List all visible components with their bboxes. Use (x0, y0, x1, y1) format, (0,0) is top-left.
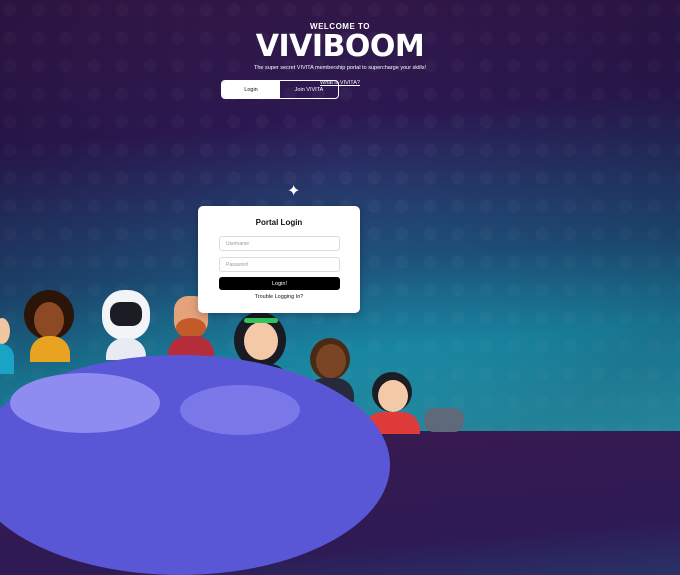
auth-toggle: Login Join VIVITA (221, 80, 339, 99)
login-card: Portal Login Login! Trouble Logging In? (198, 206, 360, 313)
tagline: The super secret VIVITA membership porta… (254, 65, 426, 71)
username-input[interactable] (219, 236, 340, 251)
tab-login[interactable]: Login (222, 81, 280, 98)
brand-logo: VIVIBOOM (255, 29, 425, 64)
header: WELCOME TO VIVIBOOM The super secret VIV… (0, 22, 680, 89)
tab-join-vivita[interactable]: Join VIVITA (280, 81, 338, 98)
planet-illustration (0, 355, 390, 575)
card-title: Portal Login (255, 218, 303, 227)
sparkle-icon: ✦ (287, 183, 301, 200)
trouble-logging-in-link[interactable]: Trouble Logging In? (198, 294, 360, 300)
password-input[interactable] (219, 257, 340, 272)
login-button[interactable]: Login! (219, 277, 340, 290)
